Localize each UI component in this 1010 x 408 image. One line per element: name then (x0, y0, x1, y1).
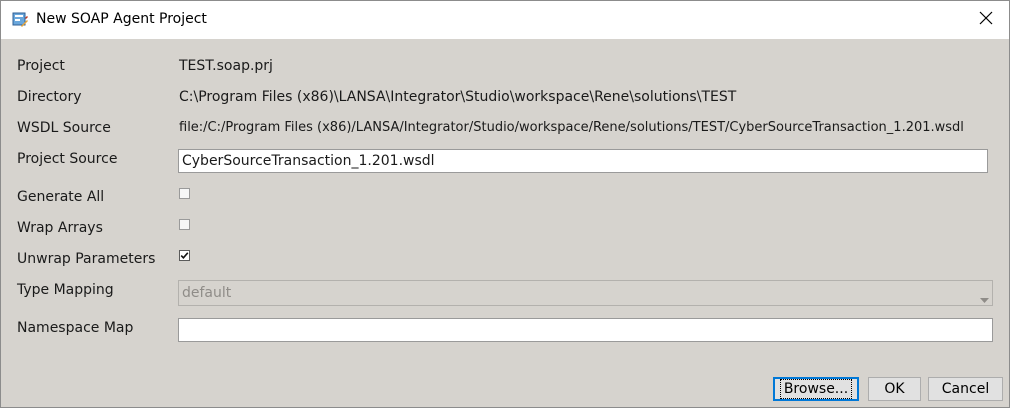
directory-value: C:\Program Files (x86)\LANSA\Integrator\… (179, 89, 737, 105)
generate-all-label: Generate All (17, 189, 105, 205)
cancel-button-label: Cancel (941, 381, 990, 397)
unwrap-parameters-checkbox[interactable] (179, 250, 190, 261)
dialog-body: Project TEST.soap.prj Directory C:\Progr… (1, 39, 1009, 407)
project-source-input[interactable] (178, 149, 988, 173)
checkmark-icon (180, 252, 189, 259)
browse-button[interactable]: Browse... (773, 377, 859, 401)
project-value: TEST.soap.prj (179, 58, 273, 74)
wsdl-source-value: file:/C:/Program Files (x86)/LANSA/Integ… (179, 120, 964, 135)
directory-label: Directory (17, 89, 82, 105)
type-mapping-select[interactable]: default (178, 280, 993, 306)
chevron-down-icon (980, 291, 989, 307)
close-button[interactable] (963, 1, 1009, 39)
cancel-button[interactable]: Cancel (928, 377, 1003, 401)
namespace-map-label: Namespace Map (17, 320, 134, 336)
project-source-label: Project Source (17, 151, 118, 167)
window-title: New SOAP Agent Project (36, 11, 207, 27)
browse-button-label: Browse... (779, 379, 853, 399)
generate-all-checkbox[interactable] (179, 188, 190, 199)
type-mapping-value: default (182, 285, 232, 301)
wsdl-source-label: WSDL Source (17, 120, 111, 136)
unwrap-parameters-label: Unwrap Parameters (17, 251, 156, 267)
type-mapping-label: Type Mapping (17, 282, 114, 298)
wrap-arrays-label: Wrap Arrays (17, 220, 103, 236)
soap-project-icon (12, 11, 28, 27)
namespace-map-input[interactable] (178, 318, 993, 342)
close-icon (979, 11, 993, 29)
wrap-arrays-checkbox[interactable] (179, 219, 190, 230)
project-label: Project (17, 58, 65, 74)
new-soap-agent-project-dialog: New SOAP Agent Project Project TEST.soap… (0, 0, 1010, 408)
ok-button[interactable]: OK (868, 377, 921, 401)
ok-button-label: OK (884, 381, 905, 397)
title-bar: New SOAP Agent Project (1, 1, 1009, 39)
